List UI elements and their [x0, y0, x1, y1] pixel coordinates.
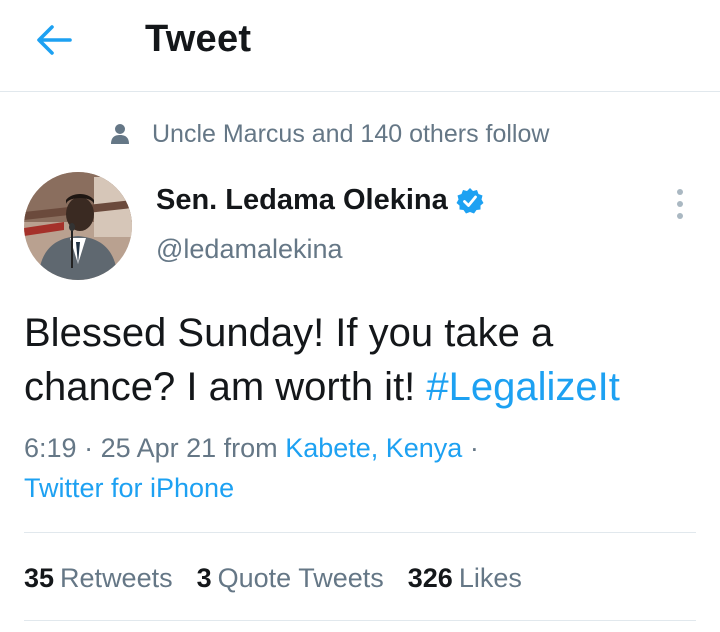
divider	[24, 532, 696, 533]
retweets-label: Retweets	[60, 563, 173, 593]
divider	[24, 620, 696, 621]
retweets-count: 35	[24, 563, 55, 593]
source-link[interactable]: Twitter for iPhone	[24, 473, 234, 503]
author-display-name: Sen. Ledama Olekina	[156, 184, 448, 216]
hashtag-link[interactable]: #LegalizeIt	[426, 365, 619, 409]
page-title: Tweet	[145, 18, 252, 60]
quote-tweets-stat[interactable]: 3 Quote Tweets	[197, 558, 384, 598]
from-label: from	[223, 433, 278, 463]
tweet-date: 25 Apr 21	[100, 433, 217, 463]
top-bar: Tweet	[0, 0, 720, 92]
avatar[interactable]	[24, 172, 132, 280]
engagement-stats: 35 Retweets 3 Quote Tweets 326 Likes	[24, 558, 546, 598]
more-vertical-icon	[677, 189, 683, 219]
verified-badge-icon	[456, 187, 484, 213]
likes-label: Likes	[458, 563, 522, 593]
retweets-stat[interactable]: 35 Retweets	[24, 558, 173, 598]
author-name-row[interactable]: Sen. Ledama Olekina	[156, 184, 484, 217]
social-context[interactable]: Uncle Marcus and 140 others follow	[110, 118, 549, 150]
likes-stat[interactable]: 326 Likes	[408, 558, 522, 598]
tweet-meta: 6:19 · 25 Apr 21 from Kabete, Kenya · Tw…	[24, 433, 479, 503]
arrow-left-icon	[37, 25, 72, 55]
author-handle[interactable]: @ledamalekina	[156, 234, 343, 265]
person-icon	[111, 124, 129, 144]
quote-tweets-count: 3	[196, 563, 212, 593]
quote-tweets-label: Quote Tweets	[217, 563, 384, 593]
back-button[interactable]	[32, 20, 76, 60]
more-options-button[interactable]	[664, 186, 696, 222]
tweet-time: 6:19	[24, 433, 77, 463]
social-context-text: Uncle Marcus and 140 others follow	[152, 119, 550, 148]
location-link[interactable]: Kabete, Kenya	[285, 433, 462, 463]
tweet-text: Blessed Sunday! If you take a chance? I …	[24, 306, 704, 414]
likes-count: 326	[407, 563, 453, 593]
